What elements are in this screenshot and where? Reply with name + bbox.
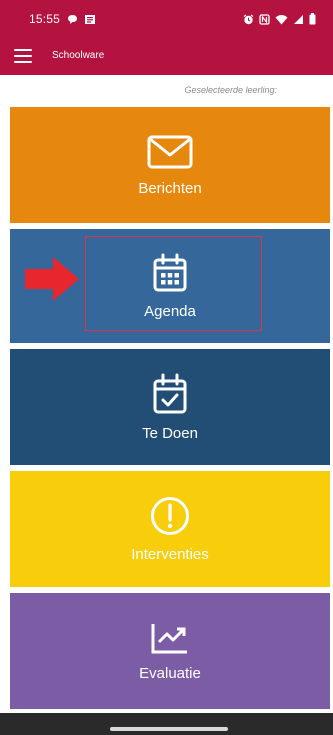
tile-label: Berichten	[138, 179, 202, 197]
tile-label: Interventies	[131, 545, 209, 563]
wifi-icon	[275, 14, 288, 24]
message-app-icon	[85, 15, 95, 24]
nfc-icon	[259, 13, 270, 25]
status-time: 15:55	[29, 12, 61, 26]
highlight-box	[85, 236, 262, 331]
alarm-icon	[243, 14, 254, 24]
calendar-check-icon	[153, 373, 187, 413]
gesture-nav-handle[interactable]	[110, 727, 228, 731]
subheader: Geselecteerde leerling:	[0, 75, 333, 103]
hamburger-icon[interactable]	[14, 49, 32, 63]
battery-icon	[309, 13, 316, 25]
tile-interventies[interactable]: Interventies	[10, 471, 330, 587]
tile-evaluatie[interactable]: Evaluatie	[10, 593, 330, 709]
exclamation-circle-icon	[151, 496, 189, 535]
tile-label: Te Doen	[142, 424, 198, 442]
tile-berichten[interactable]: Berichten	[10, 107, 330, 223]
signal-icon	[294, 14, 303, 24]
tile-te-doen[interactable]: Te Doen	[10, 349, 330, 465]
envelope-icon	[147, 135, 193, 168]
red-arrow-icon	[25, 257, 79, 301]
bottom-strip	[0, 713, 333, 735]
status-bar: 15:55	[0, 0, 333, 40]
chat-bubble-icon	[68, 15, 77, 24]
app-header: 15:55 Schoolware	[0, 0, 333, 75]
app-title: Schoolware	[52, 50, 105, 61]
selected-student-label[interactable]: Geselecteerde leerling:	[184, 85, 277, 95]
tile-label: Evaluatie	[139, 664, 201, 682]
trend-chart-icon	[151, 623, 187, 653]
app-bar: Schoolware	[0, 40, 333, 75]
